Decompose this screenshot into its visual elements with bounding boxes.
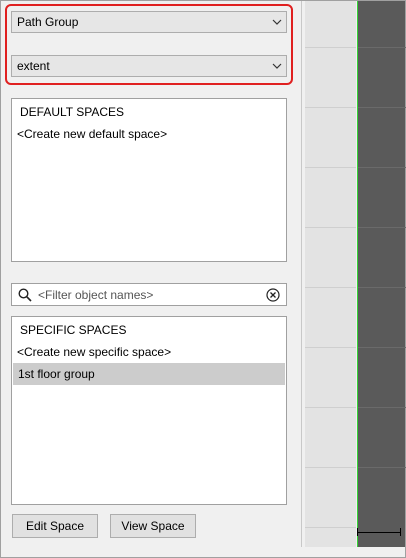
specific-spaces-list[interactable]: SPECIFIC SPACES <Create new specific spa… bbox=[11, 316, 287, 505]
specific-spaces-header: SPECIFIC SPACES bbox=[20, 323, 127, 337]
status-strip bbox=[301, 547, 405, 557]
filter-box bbox=[11, 283, 287, 306]
path-group-dropdown[interactable]: Path Group bbox=[11, 11, 287, 33]
ruler-tick bbox=[305, 47, 356, 48]
grid-line bbox=[358, 107, 406, 108]
spaces-panel: Path Group extent DEFAULT SPACES <Create… bbox=[1, 1, 301, 549]
grid-line bbox=[358, 347, 406, 348]
chevron-down-icon bbox=[268, 56, 286, 76]
extent-dropdown-value: extent bbox=[17, 59, 50, 73]
scale-bar-mark bbox=[357, 528, 401, 536]
ruler-tick bbox=[305, 347, 356, 348]
list-item-create-specific-space[interactable]: <Create new specific space> bbox=[12, 341, 286, 363]
edit-space-button[interactable]: Edit Space bbox=[12, 514, 98, 538]
drawing-canvas[interactable] bbox=[357, 1, 406, 547]
ruler-tick bbox=[305, 167, 356, 168]
panel-splitter[interactable] bbox=[301, 1, 304, 549]
list-item-1st-floor-group[interactable]: 1st floor group bbox=[13, 363, 285, 385]
list-item-create-default-space[interactable]: <Create new default space> bbox=[12, 123, 286, 145]
canvas-boundary-line bbox=[357, 1, 358, 547]
ruler-tick bbox=[305, 107, 356, 108]
ruler-column bbox=[305, 1, 356, 547]
grid-line bbox=[358, 167, 406, 168]
view-space-button[interactable]: View Space bbox=[110, 514, 196, 538]
default-spaces-list[interactable]: DEFAULT SPACES <Create new default space… bbox=[11, 98, 287, 262]
ruler-tick bbox=[305, 527, 356, 528]
ruler-tick bbox=[305, 407, 356, 408]
search-icon bbox=[12, 287, 38, 302]
ruler-tick bbox=[305, 287, 356, 288]
chevron-down-icon bbox=[268, 12, 286, 32]
path-group-dropdown-value: Path Group bbox=[17, 15, 79, 29]
extent-dropdown[interactable]: extent bbox=[11, 55, 287, 77]
clear-filter-icon[interactable] bbox=[260, 287, 286, 302]
grid-line bbox=[358, 227, 406, 228]
grid-line bbox=[358, 407, 406, 408]
grid-line bbox=[358, 467, 406, 468]
filter-object-names-input[interactable] bbox=[38, 287, 260, 302]
ruler-tick bbox=[305, 227, 356, 228]
ruler-tick bbox=[305, 467, 356, 468]
grid-line bbox=[358, 47, 406, 48]
default-spaces-header: DEFAULT SPACES bbox=[20, 105, 125, 119]
grid-line bbox=[358, 287, 406, 288]
